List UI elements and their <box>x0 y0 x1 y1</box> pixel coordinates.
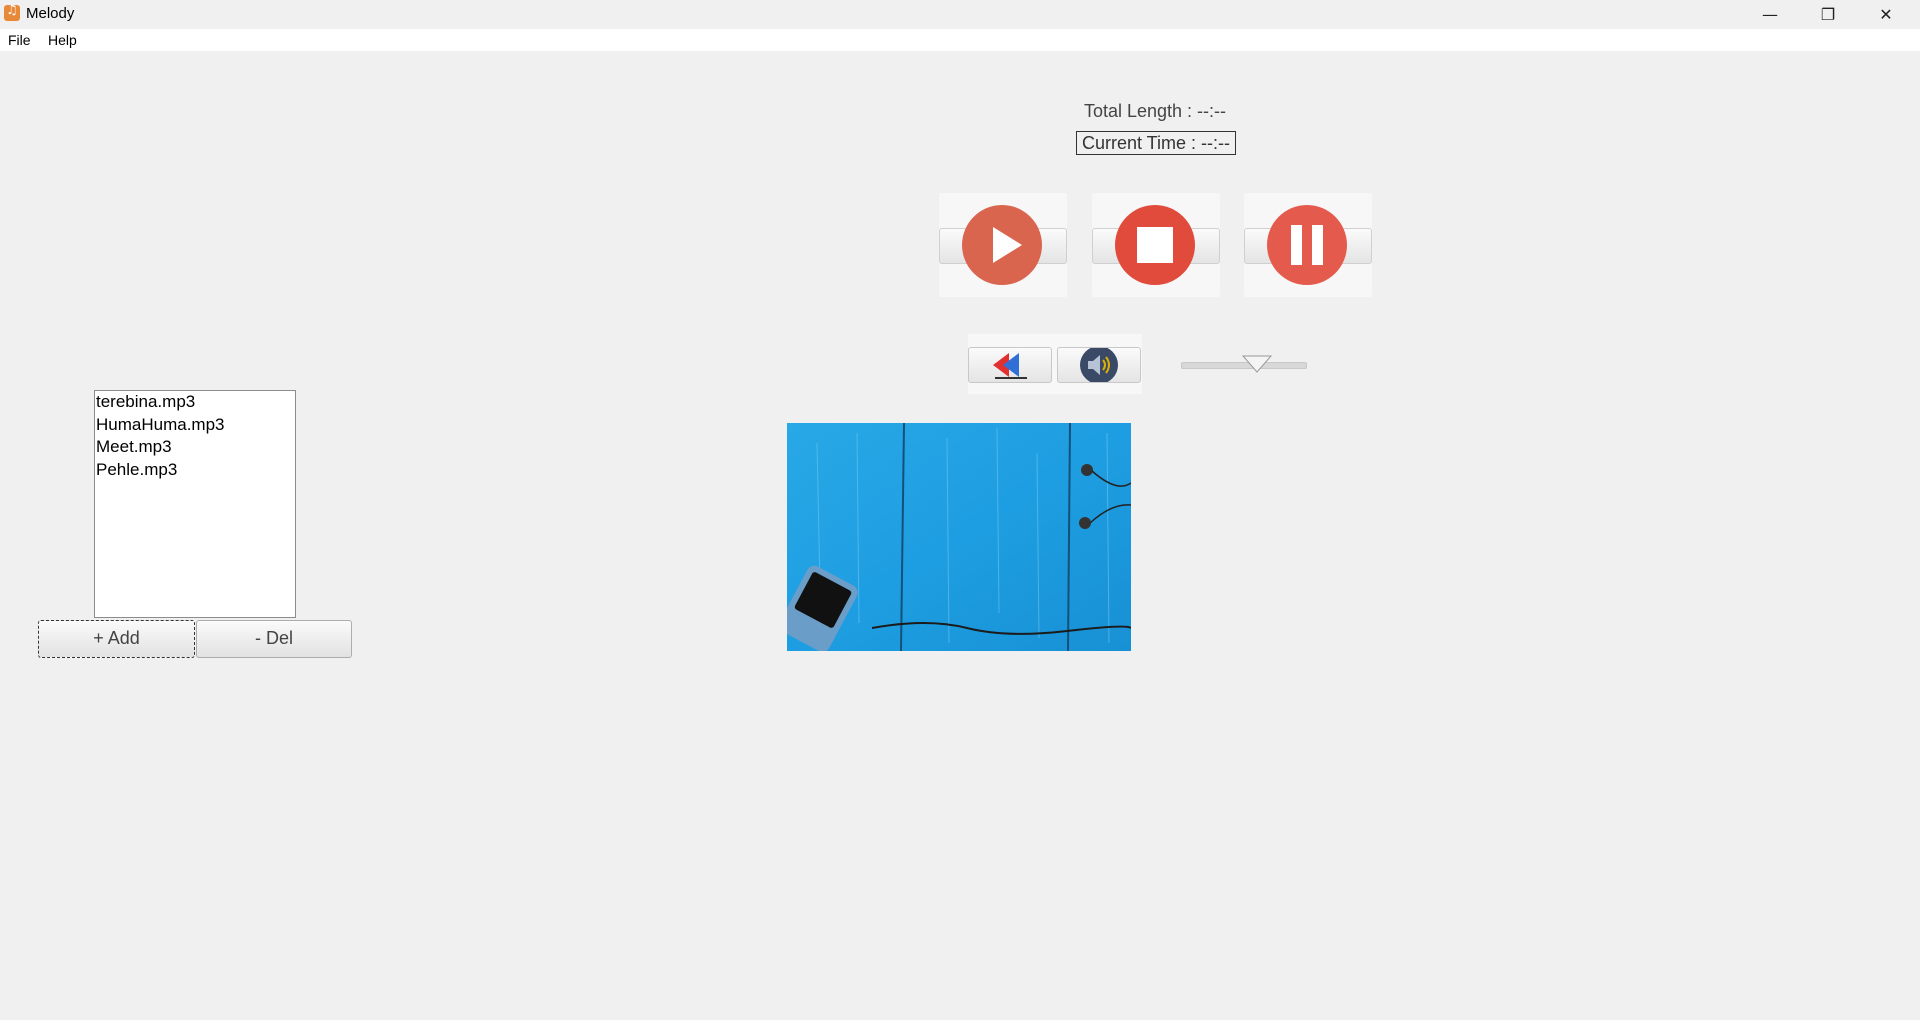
maximize-button[interactable]: ❐ <box>1800 0 1856 29</box>
playlist-item[interactable]: Meet.mp3 <box>95 436 295 459</box>
playlist-item[interactable]: terebina.mp3 <box>95 391 295 414</box>
volume-slider-thumb[interactable] <box>1241 355 1272 373</box>
menu-file[interactable]: File <box>8 32 31 48</box>
secondary-controls <box>968 334 1142 394</box>
title-bar: Melody — ❐ ✕ <box>0 0 1920 29</box>
play-icon <box>962 205 1042 285</box>
minimize-button[interactable]: — <box>1742 0 1798 29</box>
playlist-box[interactable]: terebina.mp3 HumaHuma.mp3 Meet.mp3 Pehle… <box>94 390 296 618</box>
maximize-icon: ❐ <box>1820 5 1836 24</box>
minimize-icon: — <box>1762 5 1778 24</box>
close-icon: ✕ <box>1879 5 1893 24</box>
rewind-button[interactable] <box>968 347 1052 383</box>
playlist-item[interactable]: Pehle.mp3 <box>95 459 295 482</box>
album-art-image <box>787 423 1131 651</box>
app-music-icon <box>4 3 20 21</box>
stop-icon <box>1115 205 1195 285</box>
current-time-label: Current Time : --:-- <box>1076 131 1236 155</box>
menu-bar: File Help <box>0 29 1920 51</box>
mute-button[interactable] <box>1057 346 1141 384</box>
playlist-item[interactable]: HumaHuma.mp3 <box>95 414 295 437</box>
close-button[interactable]: ✕ <box>1858 0 1914 29</box>
total-length-label: Total Length : --:-- <box>1083 101 1227 121</box>
pause-button[interactable] <box>1244 193 1372 297</box>
pause-icon <box>1267 205 1347 285</box>
stop-button[interactable] <box>1092 193 1220 297</box>
add-button[interactable]: + Add <box>38 620 195 658</box>
delete-button[interactable]: - Del <box>196 620 352 658</box>
play-button[interactable] <box>939 193 1067 297</box>
rewind-icon <box>993 353 1027 379</box>
window-title: Melody <box>26 5 75 22</box>
menu-help[interactable]: Help <box>48 32 77 48</box>
speaker-icon <box>1080 346 1118 384</box>
